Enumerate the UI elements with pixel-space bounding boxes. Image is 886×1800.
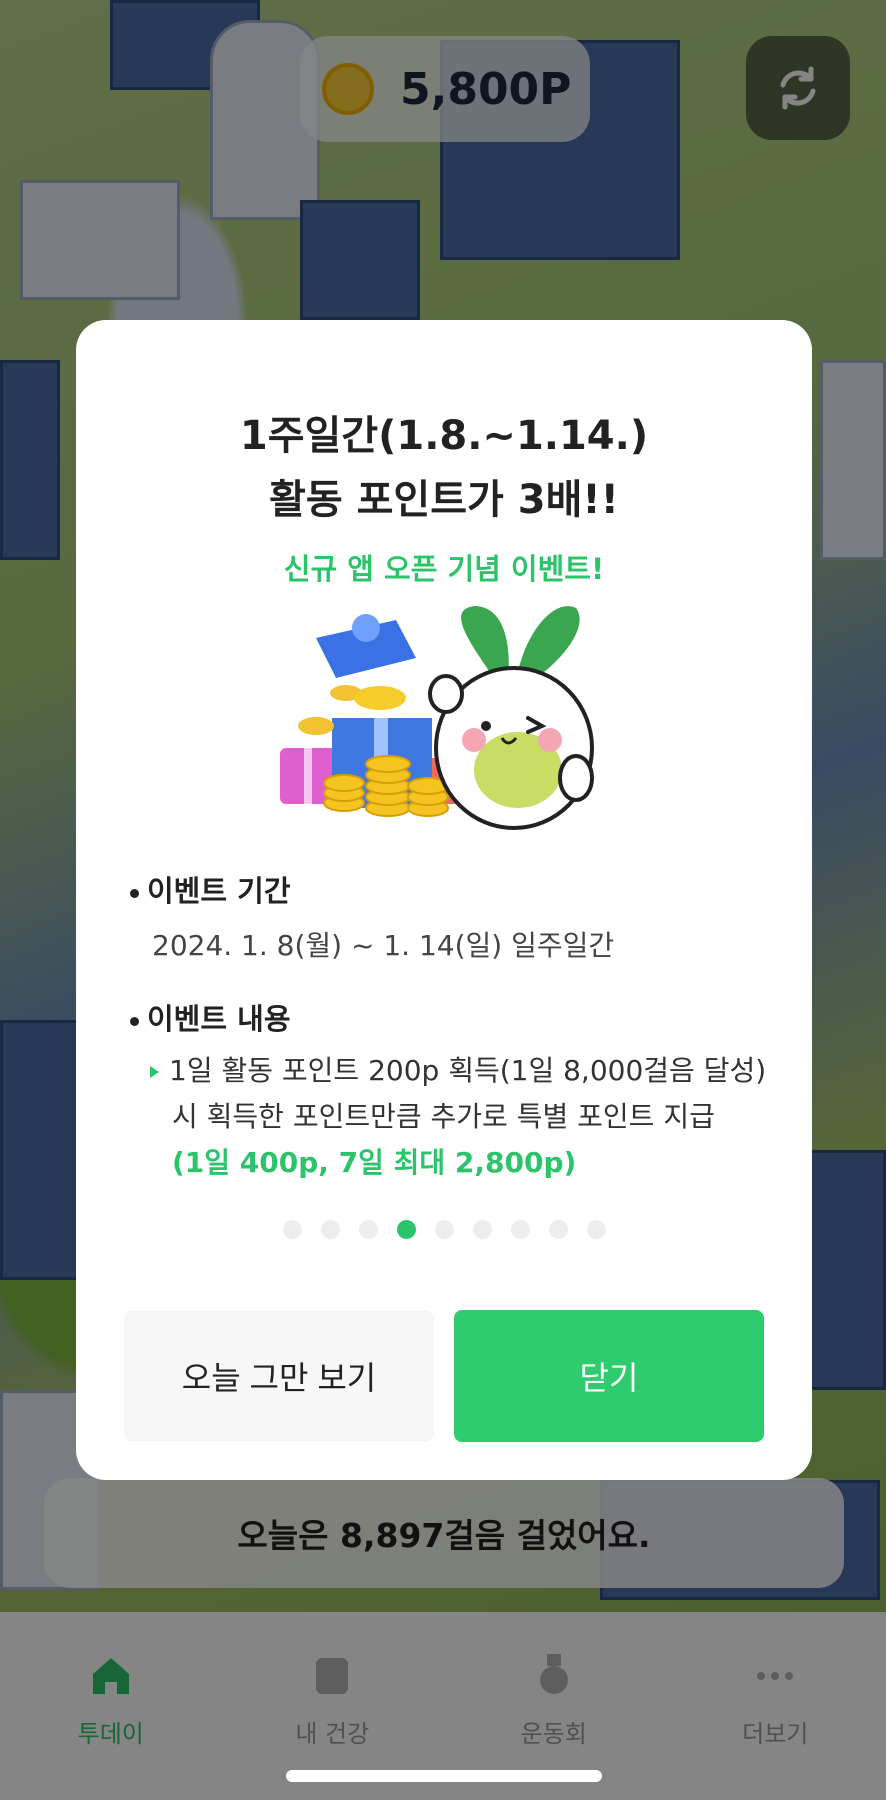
- bullet-icon: [130, 888, 139, 898]
- popup-title: 1주일간(1.8.~1.14.) 활동 포인트가 3배!!: [76, 404, 812, 532]
- pager-dot[interactable]: [320, 1220, 340, 1239]
- period-heading-label: 이벤트 기간: [147, 874, 291, 908]
- popup-title-line1: 1주일간(1.8.~1.14.): [239, 413, 649, 459]
- content-highlight: (1일 400p, 7일 최대 2,800p): [172, 1146, 577, 1179]
- close-button[interactable]: 닫기: [454, 1310, 764, 1442]
- popup-actions: 오늘 그만 보기 닫기: [124, 1310, 764, 1442]
- pager-dot-active[interactable]: [396, 1220, 416, 1239]
- content-line-2: 시 획득한 포인트만큼 추가로 특별 포인트 지급: [172, 1100, 715, 1133]
- period-text: 2024. 1. 8(월) ~ 1. 14(일) 일주일간: [152, 929, 615, 962]
- content-description: 1일 활동 포인트 200p 획득(1일 8,000걸음 달성) 시 획득한 포…: [150, 1048, 790, 1186]
- pager-dot[interactable]: [548, 1220, 568, 1239]
- home-indicator[interactable]: [286, 1770, 602, 1782]
- popup-subtitle: 신규 앱 오픈 기념 이벤트!: [283, 552, 605, 586]
- pager-dot[interactable]: [282, 1220, 302, 1239]
- pager-dot[interactable]: [358, 1220, 378, 1239]
- pager-dot[interactable]: [434, 1220, 454, 1239]
- carousel-pager: [76, 1220, 812, 1239]
- pager-dot[interactable]: [586, 1220, 606, 1239]
- bullet-icon: [130, 1016, 139, 1026]
- content-line-1: 1일 활동 포인트 200p 획득(1일 8,000걸음 달성): [169, 1054, 767, 1087]
- triangle-bullet-icon: [150, 1066, 159, 1078]
- content-heading: 이벤트 내용: [130, 996, 291, 1038]
- pager-dot[interactable]: [510, 1220, 530, 1239]
- dismiss-today-button[interactable]: 오늘 그만 보기: [124, 1310, 434, 1442]
- event-mascot-illustration: [280, 606, 594, 830]
- pager-dot[interactable]: [472, 1220, 492, 1239]
- event-popup: 1주일간(1.8.~1.14.) 활동 포인트가 3배!! 신규 앱 오픈 기념…: [76, 320, 812, 1480]
- period-heading: 이벤트 기간: [130, 868, 291, 910]
- content-heading-label: 이벤트 내용: [147, 1002, 291, 1036]
- popup-title-line2: 활동 포인트가 3배!!: [269, 477, 619, 523]
